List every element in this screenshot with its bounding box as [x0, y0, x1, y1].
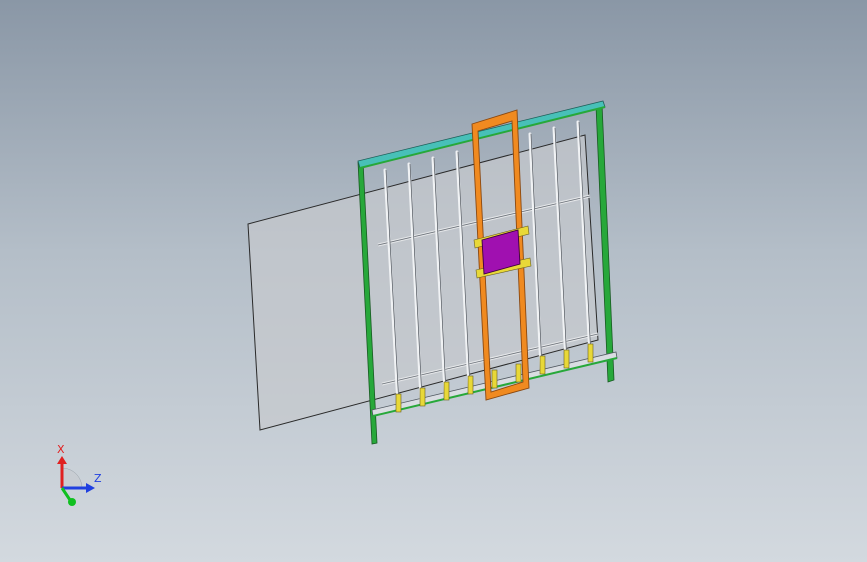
y-tip-icon — [68, 498, 76, 506]
x-arrow-icon — [57, 456, 67, 464]
coordinate-triad: X Z — [57, 443, 102, 506]
x-axis-label: X — [57, 443, 65, 456]
triad-plane-icon — [61, 467, 83, 489]
y-axis-icon — [60, 487, 72, 501]
right-frame-post — [595, 103, 615, 383]
cad-viewport[interactable]: X Z — [0, 0, 867, 562]
assembly-model[interactable] — [0, 0, 867, 562]
glass-panel[interactable] — [247, 134, 599, 431]
z-axis-label: Z — [94, 472, 102, 485]
